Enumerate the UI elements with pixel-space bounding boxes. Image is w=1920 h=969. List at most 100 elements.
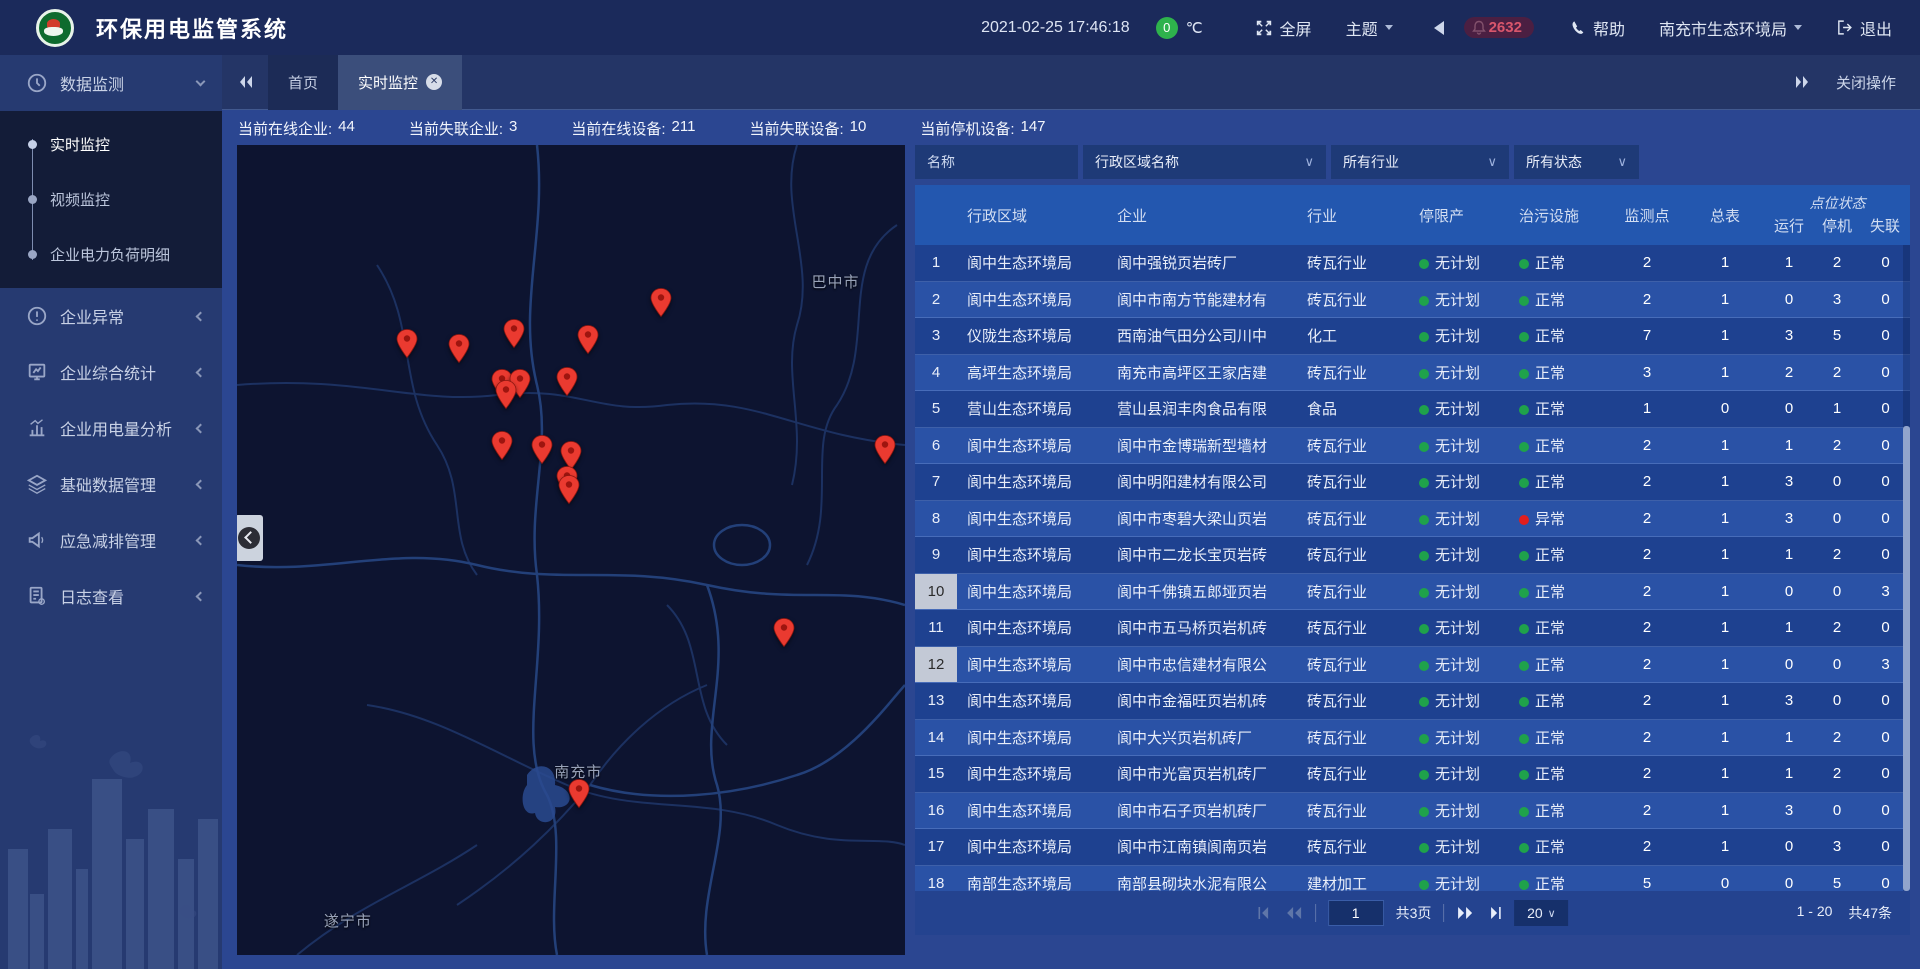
row-industry: 建材加工 [1297, 873, 1409, 891]
table-row[interactable]: 4 高坪生态环境局 南充市高坪区王家店建 砖瓦行业 无计划 正常 3 1 2 2… [915, 355, 1910, 392]
status-dot-icon [1419, 259, 1429, 269]
row-industry: 砖瓦行业 [1297, 763, 1409, 784]
sidebar-item-log-view[interactable]: 日志查看 [0, 568, 222, 624]
sidebar-item-emergency-reduction[interactable]: 应急减排管理 [0, 512, 222, 568]
table-row[interactable]: 15 阆中生态环境局 阆中市光富页岩机砖厂 砖瓦行业 无计划 正常 2 1 1 … [915, 756, 1910, 793]
sidebar-item-enterprise-abnormal[interactable]: 企业异常 [0, 288, 222, 344]
sidebar-item-label: 数据监测 [60, 71, 197, 95]
sidebar-item-power-analysis[interactable]: 企业用电量分析 [0, 400, 222, 456]
last-page-button[interactable] [1486, 905, 1502, 921]
row-company: 阆中市石子页岩机砖厂 [1107, 800, 1297, 821]
row-region: 阆中生态环境局 [957, 617, 1107, 638]
close-tab-icon[interactable] [426, 74, 442, 90]
status-dot-icon [1519, 661, 1529, 671]
table-row[interactable]: 11 阆中生态环境局 阆中市五马桥页岩机砖 砖瓦行业 无计划 正常 2 1 1 … [915, 610, 1910, 647]
table-row[interactable]: 12 阆中生态环境局 阆中市忠信建材有限公 砖瓦行业 无计划 正常 2 1 0 … [915, 647, 1910, 684]
tabs-scroll-left-button[interactable] [238, 75, 254, 89]
theme-dropdown[interactable]: 主题 [1346, 16, 1393, 40]
map-pin[interactable] [504, 319, 525, 348]
phone-icon [1570, 20, 1586, 36]
sidebar-item-enterprise-statistics[interactable]: 企业综合统计 [0, 344, 222, 400]
table-row[interactable]: 2 阆中生态环境局 阆中市南方节能建材有 砖瓦行业 无计划 正常 2 1 0 3… [915, 282, 1910, 319]
logout-label: 退出 [1860, 16, 1892, 40]
map-pin[interactable] [532, 435, 553, 464]
name-filter-input[interactable] [915, 145, 1078, 179]
table-row[interactable]: 14 阆中生态环境局 阆中大兴页岩机砖厂 砖瓦行业 无计划 正常 2 1 1 2… [915, 720, 1910, 757]
table-row[interactable]: 1 阆中生态环境局 阆中强锐页岩砖厂 砖瓦行业 无计划 正常 2 1 1 2 0 [915, 245, 1910, 282]
org-dropdown[interactable]: 南充市生态环境局 [1659, 16, 1802, 40]
table-row[interactable]: 13 阆中生态环境局 阆中市金福旺页岩机砖 砖瓦行业 无计划 正常 2 1 3 … [915, 683, 1910, 720]
sidebar-item-power-load-detail[interactable]: 企业电力负荷明细 [0, 227, 222, 282]
region-filter-select[interactable]: 行政区域名称∨ [1083, 145, 1326, 179]
row-region: 阆中生态环境局 [957, 654, 1107, 675]
row-run-count: 2 [1765, 364, 1813, 381]
first-page-button[interactable] [1257, 905, 1273, 921]
mute-speaker-icon[interactable] [1427, 21, 1444, 35]
map-collapse-button[interactable] [237, 515, 263, 561]
map-pin[interactable] [577, 325, 598, 354]
sidebar-item-video-monitor[interactable]: 视频监控 [0, 172, 222, 227]
stat-offline-enterprises: 当前失联企业:3 [409, 118, 518, 139]
map-pin[interactable] [556, 367, 577, 396]
table-row[interactable]: 16 阆中生态环境局 阆中市石子页岩机砖厂 砖瓦行业 无计划 正常 2 1 3 … [915, 793, 1910, 830]
table-row[interactable]: 9 阆中生态环境局 阆中市二龙长宝页岩砖 砖瓦行业 无计划 正常 2 1 1 2… [915, 537, 1910, 574]
status-dot-icon [1419, 369, 1429, 379]
help-button[interactable]: 帮助 [1570, 16, 1625, 40]
status-filter-select[interactable]: 所有状态∨ [1514, 145, 1639, 179]
fullscreen-button[interactable]: 全屏 [1255, 16, 1312, 40]
row-total-meter: 1 [1685, 437, 1765, 454]
scrollbar-thumb[interactable] [1903, 426, 1910, 891]
page-number-input[interactable] [1328, 900, 1384, 926]
next-page-button[interactable] [1456, 905, 1474, 921]
industry-filter-select[interactable]: 所有行业∨ [1331, 145, 1509, 179]
pagination-controls: 共3页 20 ∨ [1257, 900, 1569, 926]
table-row[interactable]: 7 阆中生态环境局 阆中明阳建材有限公司 砖瓦行业 无计划 正常 2 1 3 0… [915, 464, 1910, 501]
row-region: 阆中生态环境局 [957, 727, 1107, 748]
close-operations-dropdown[interactable]: 关闭操作 [1836, 72, 1896, 93]
table-row[interactable]: 5 营山生态环境局 营山县润丰肉食品有限 食品 无计划 正常 1 0 0 1 0 [915, 391, 1910, 428]
sidebar-item-data-monitor[interactable]: 数据监测 [0, 55, 222, 111]
table-row[interactable]: 10 阆中生态环境局 阆中千佛镇五郎垭页岩 砖瓦行业 无计划 正常 2 1 0 … [915, 574, 1910, 611]
page-size-select[interactable]: 20 ∨ [1514, 900, 1568, 926]
table-row[interactable]: 3 仪陇生态环境局 西南油气田分公司川中 化工 无计划 正常 7 1 3 5 0 [915, 318, 1910, 355]
map-pin[interactable] [569, 779, 590, 808]
map-pin[interactable] [558, 475, 579, 504]
map-pin[interactable] [651, 288, 672, 317]
row-company: 阆中市五马桥页岩机砖 [1107, 617, 1297, 638]
prev-page-button[interactable] [1285, 905, 1303, 921]
table-row[interactable]: 6 阆中生态环境局 阆中市金博瑞新型墙材 砖瓦行业 无计划 正常 2 1 1 2… [915, 428, 1910, 465]
row-monitor-count: 2 [1609, 473, 1685, 490]
pagination-summary: 1 - 20 共47条 [1797, 903, 1892, 923]
map-panel[interactable]: 巴中市 南充市 遂宁市 [237, 145, 905, 955]
row-index: 5 [915, 400, 957, 417]
map-pin[interactable] [496, 380, 517, 409]
row-facility-status: 正常 [1509, 690, 1609, 711]
tab-realtime-monitor[interactable]: 实时监控 [338, 55, 462, 110]
notification-badge[interactable]: 2632 [1464, 17, 1534, 38]
sidebar-item-base-data[interactable]: 基础数据管理 [0, 456, 222, 512]
row-run-count: 1 [1765, 765, 1813, 782]
row-total-meter: 1 [1685, 838, 1765, 855]
sidebar-item-realtime-monitor[interactable]: 实时监控 [0, 117, 222, 172]
chevron-down-icon: ∨ [1487, 154, 1497, 170]
map-pin[interactable] [448, 334, 469, 363]
map-pin[interactable] [492, 431, 513, 460]
map-pin[interactable] [874, 435, 895, 464]
double-chevron-right-icon[interactable] [1794, 75, 1810, 89]
row-monitor-count: 2 [1609, 765, 1685, 782]
map-pin[interactable] [396, 329, 417, 358]
table-row[interactable]: 8 阆中生态环境局 阆中市枣碧大梁山页岩 砖瓦行业 无计划 异常 2 1 3 0… [915, 501, 1910, 538]
row-stop-status: 无计划 [1409, 763, 1509, 784]
map-pin[interactable] [774, 618, 795, 647]
row-stop-status: 无计划 [1409, 325, 1509, 346]
tab-bar: 首页 实时监控 关闭操作 [222, 55, 1920, 110]
layers-icon [26, 473, 48, 495]
logout-button[interactable]: 退出 [1836, 16, 1892, 40]
row-region: 阆中生态环境局 [957, 800, 1107, 821]
table-row[interactable]: 18 南部生态环境局 南部县砌块水泥有限公 建材加工 无计划 正常 5 0 0 … [915, 866, 1910, 892]
tab-home[interactable]: 首页 [268, 55, 338, 110]
status-dot-icon [1519, 697, 1529, 707]
bullet-icon [28, 140, 37, 149]
table-row[interactable]: 17 阆中生态环境局 阆中市江南镇阆南页岩 砖瓦行业 无计划 正常 2 1 0 … [915, 829, 1910, 866]
row-index: 13 [915, 692, 957, 709]
